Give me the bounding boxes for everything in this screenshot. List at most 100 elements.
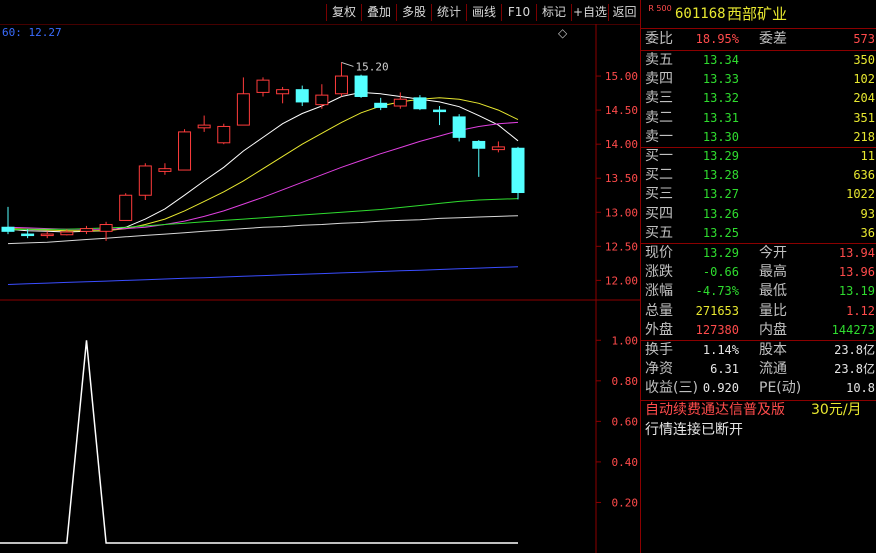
price-tick-label: 14.50 — [605, 104, 638, 117]
f10-button[interactable]: F10 — [501, 4, 536, 21]
overlay-button[interactable]: 叠加 — [361, 4, 396, 21]
stat-label: 最高 — [759, 264, 787, 281]
sell-level-row: 卖二 13.31 351 — [641, 109, 876, 128]
promo-price[interactable]: 30元/月 — [811, 401, 862, 420]
moving-average-line — [7, 198, 519, 231]
indicator-tick-label: 0.40 — [612, 456, 639, 469]
candle-body — [119, 194, 133, 221]
chart-area[interactable]: 15.00 14.50 14.00 13.50 13.00 12.50 12.00 15.20… — [0, 24, 640, 553]
buy-level-volume: 36 — [860, 225, 875, 240]
ma-readout: 60: 12.27 — [2, 26, 62, 39]
peak-pointer — [341, 61, 354, 67]
finance-label: 收益(三) — [645, 380, 698, 397]
buy-level-volume: 1022 — [846, 187, 875, 202]
candle-body — [433, 109, 447, 113]
sell-level-price: 13.34 — [702, 53, 739, 67]
sell-level-label: 卖三 — [645, 90, 673, 107]
buy-level-row: 买一 13.29 11 — [641, 147, 876, 166]
sell-level-row: 卖三 13.32 204 — [641, 89, 876, 108]
stock-code: 601168 — [675, 6, 726, 22]
candle-body — [158, 168, 172, 172]
draw-line-button[interactable]: 画线 — [466, 4, 501, 21]
statistics-button[interactable]: 统计 — [431, 4, 466, 21]
indicator-tick-label: 0.20 — [612, 496, 639, 509]
buy-level-label: 买三 — [645, 186, 673, 203]
candle-body — [413, 97, 427, 110]
candle-body — [354, 75, 368, 97]
candle — [413, 95, 427, 111]
candle — [334, 62, 348, 97]
candle-body — [217, 125, 231, 144]
buy-level-row: 买四 13.26 93 — [641, 205, 876, 224]
price-tick-label: 12.50 — [605, 240, 638, 253]
sell-level-label: 卖五 — [645, 52, 673, 68]
stat-value: 13.94 — [838, 246, 875, 260]
candle — [178, 129, 192, 171]
diamond-icon[interactable]: ◇ — [558, 26, 568, 40]
candle-body — [40, 233, 54, 237]
candle — [158, 163, 172, 175]
promo-row[interactable]: 自动续费通达信普及版 30元/月 — [641, 401, 876, 420]
buy-level-row: 买二 13.28 636 — [641, 166, 876, 185]
finance-value: 6.31 — [710, 362, 739, 377]
candle-body — [236, 93, 250, 126]
add-watchlist-button[interactable]: +自选 — [571, 4, 608, 21]
stat-value: 1.12 — [846, 303, 875, 318]
price-tick-label: 14.00 — [605, 138, 638, 151]
candle — [491, 141, 505, 153]
stat-label: 现价 — [645, 245, 673, 261]
candle-body — [511, 147, 525, 194]
moving-average-line — [7, 266, 519, 285]
sell-level-volume: 204 — [853, 91, 875, 106]
finance-row: 收益(三) 0.920 PE(动) 10.8 — [641, 379, 876, 398]
candle-body — [60, 231, 74, 236]
buy-level-volume: 636 — [853, 168, 875, 183]
finance-value: 10.8 — [846, 381, 875, 396]
multi-stock-button[interactable]: 多股 — [396, 4, 431, 21]
candle — [40, 231, 54, 239]
stock-header: R 500 601168 西部矿业 — [641, 4, 876, 26]
buy-level-price: 13.29 — [702, 149, 739, 163]
candle — [354, 74, 368, 98]
sell-level-price: 13.30 — [702, 129, 739, 144]
candle — [472, 140, 486, 177]
candle-body — [1, 226, 15, 232]
buy-level-price: 13.28 — [702, 168, 739, 183]
stat-value: 144273 — [831, 322, 875, 337]
price-tick-label: 13.50 — [605, 172, 638, 185]
stat-value: 127380 — [695, 322, 739, 337]
finance-label: 换手 — [645, 342, 673, 358]
candle — [452, 114, 466, 142]
stat-row: 现价 13.29 今开 13.94 — [641, 244, 876, 263]
sell-level-row: 卖一 13.30 218 — [641, 128, 876, 147]
candle-body — [334, 75, 348, 95]
candle — [217, 123, 231, 145]
toolbar: 复权 叠加 多股 统计 画线 F10 标记 +自选 返回 — [0, 0, 640, 24]
stat-label: 最低 — [759, 283, 787, 300]
candle — [197, 115, 211, 132]
kline-chart[interactable]: 15.00 14.50 14.00 13.50 13.00 12.50 12.00 15.20… — [0, 24, 640, 553]
sell-level-row: 卖五 13.34 350 — [641, 51, 876, 70]
mark-button[interactable]: 标记 — [536, 4, 571, 21]
promo-text[interactable]: 自动续费通达信普及版 — [645, 401, 785, 420]
weicha-value: 573 — [853, 32, 875, 46]
stat-value: 271653 — [695, 303, 739, 318]
candle — [79, 225, 93, 235]
back-button[interactable]: 返回 — [608, 4, 640, 21]
candle-body — [197, 124, 211, 129]
candle-body — [491, 146, 505, 151]
stat-value: 13.19 — [838, 284, 875, 299]
buy-level-label: 买四 — [645, 205, 673, 222]
finance-label: 净资 — [645, 361, 673, 378]
index-badge: R 500 — [648, 4, 672, 13]
buy-level-price: 13.25 — [702, 225, 739, 240]
buy-level-row: 买三 13.27 1022 — [641, 185, 876, 204]
sell-level-price: 13.32 — [702, 91, 739, 106]
candle-body — [99, 224, 113, 232]
stat-row: 涨跌 -0.66 最高 13.96 — [641, 263, 876, 282]
indicator-pane: 1.00 0.80 0.60 0.40 0.20 — [0, 334, 639, 544]
candle-body — [315, 94, 329, 106]
restore-rights-button[interactable]: 复权 — [326, 4, 361, 21]
stat-label: 量比 — [759, 302, 787, 319]
stat-label: 今开 — [759, 245, 787, 261]
